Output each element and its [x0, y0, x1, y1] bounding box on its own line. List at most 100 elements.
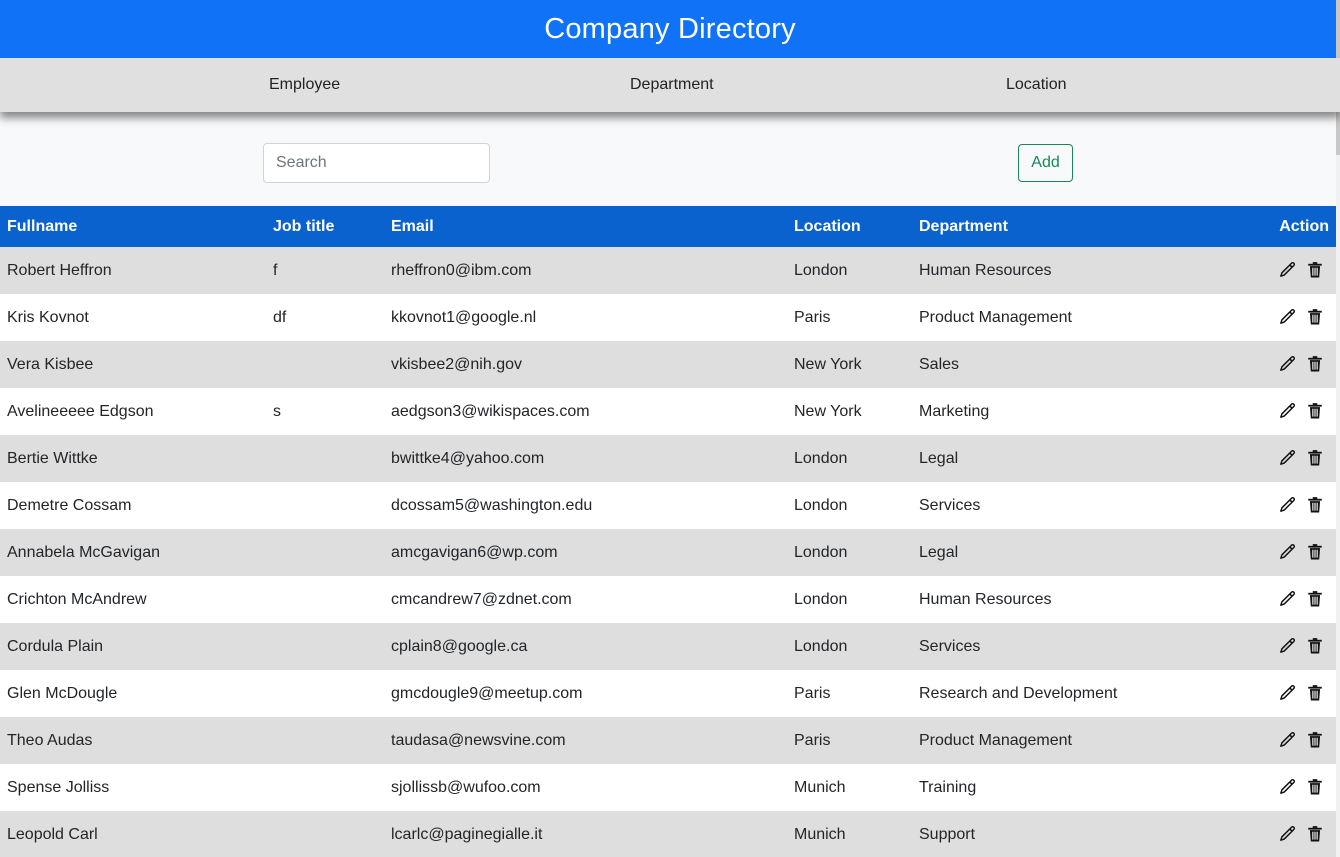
search-input[interactable] [263, 143, 490, 183]
cell-location: New York [794, 355, 862, 373]
pencil-icon[interactable] [1278, 731, 1296, 749]
cell-fullname: Cordula Plain [7, 637, 104, 655]
cell-job-title: f [273, 261, 278, 279]
pencil-icon[interactable] [1278, 684, 1296, 702]
cell-actions [1242, 247, 1336, 294]
cell-email: amcgavigan6@wp.com [391, 543, 558, 561]
cell-department: Sales [919, 355, 960, 373]
trash-icon[interactable] [1306, 449, 1324, 467]
cell-department: Human Resources [919, 261, 1052, 279]
pencil-icon[interactable] [1278, 355, 1296, 373]
pencil-icon[interactable] [1278, 637, 1296, 655]
cell-location: London [794, 261, 848, 279]
cell-location: London [794, 496, 848, 514]
cell-email: taudasa@newsvine.com [391, 731, 566, 749]
trash-icon[interactable] [1306, 543, 1324, 561]
cell-location: London [794, 543, 848, 561]
table-row[interactable]: Theo Audas taudasa@newsvine.com Paris Produ… [0, 717, 1336, 764]
cell-job-title: df [273, 308, 287, 326]
table-row[interactable]: Demetre Cossam dcossam5@washington.edu Lon… [0, 482, 1336, 529]
nav-tab-location[interactable]: Location [1006, 58, 1067, 112]
trash-icon[interactable] [1306, 261, 1324, 279]
cell-actions [1242, 623, 1336, 670]
table-row[interactable]: Kris Kovnot df kkovnot1@google.nl Paris Prod… [0, 294, 1336, 341]
cell-actions [1242, 529, 1336, 576]
nav-tab-department[interactable]: Department [630, 58, 714, 112]
column-header-department[interactable]: Department [912, 206, 1242, 247]
cell-fullname: Annabela McGavigan [7, 543, 160, 561]
cell-job-title [266, 623, 384, 670]
table-row[interactable]: Leopold Carl lcarlc@paginegialle.it Munich… [0, 811, 1336, 857]
vertical-scrollbar[interactable] [1336, 0, 1340, 857]
cell-email: sjollissb@wufoo.com [391, 778, 541, 796]
table-row[interactable]: Robert Heffron f rheffron0@ibm.com London Hu… [0, 247, 1336, 294]
add-button[interactable]: Add [1018, 144, 1073, 182]
cell-location: New York [794, 402, 862, 420]
trash-icon[interactable] [1306, 637, 1324, 655]
pencil-icon[interactable] [1278, 778, 1296, 796]
pencil-icon[interactable] [1278, 590, 1296, 608]
cell-job-title [266, 717, 384, 764]
trash-icon[interactable] [1306, 308, 1324, 326]
pencil-icon[interactable] [1278, 449, 1296, 467]
cell-location: Paris [794, 684, 831, 702]
cell-email: bwittke4@yahoo.com [391, 449, 545, 467]
cell-fullname: Leopold Carl [7, 825, 98, 843]
table-row[interactable]: Crichton McAndrew cmcandrew7@zdnet.com Lon… [0, 576, 1336, 623]
cell-location: London [794, 590, 848, 608]
pencil-icon[interactable] [1278, 825, 1296, 843]
cell-fullname: Avelineeeee Edgson [7, 402, 154, 420]
cell-location: London [794, 637, 848, 655]
column-header-email[interactable]: Email [384, 206, 787, 247]
cell-fullname: Bertie Wittke [7, 449, 98, 467]
nav-tab-employee[interactable]: Employee [269, 58, 340, 112]
cell-email: kkovnot1@google.nl [391, 308, 537, 326]
trash-icon[interactable] [1306, 778, 1324, 796]
cell-email: aedgson3@wikispaces.com [391, 402, 590, 420]
cell-email: cmcandrew7@zdnet.com [391, 590, 572, 608]
cell-job-title [266, 764, 384, 811]
pencil-icon[interactable] [1278, 543, 1296, 561]
cell-job-title [266, 482, 384, 529]
table-row[interactable]: Annabela McGavigan amcgavigan6@wp.com Lond… [0, 529, 1336, 576]
table-row[interactable]: Vera Kisbee vkisbee2@nih.gov New York Sales [0, 341, 1336, 388]
trash-icon[interactable] [1306, 731, 1324, 749]
table-header: Fullname Job title Email Location Depart… [0, 206, 1336, 247]
cell-fullname: Spense Jolliss [7, 778, 110, 796]
trash-icon[interactable] [1306, 590, 1324, 608]
table-row[interactable]: Spense Jolliss sjollissb@wufoo.com Munich T… [0, 764, 1336, 811]
trash-icon[interactable] [1306, 684, 1324, 702]
cell-fullname: Crichton McAndrew [7, 590, 147, 608]
pencil-icon[interactable] [1278, 261, 1296, 279]
cell-department: Product Management [919, 308, 1072, 326]
pencil-icon[interactable] [1278, 402, 1296, 420]
table-row[interactable]: Glen McDougle gmcdougle9@meetup.com Paris R… [0, 670, 1336, 717]
pencil-icon[interactable] [1278, 308, 1296, 326]
pencil-icon[interactable] [1278, 496, 1296, 514]
trash-icon[interactable] [1306, 496, 1324, 514]
table-row[interactable]: Cordula Plain cplain8@google.ca London Serv… [0, 623, 1336, 670]
cell-department: Product Management [919, 731, 1072, 749]
column-header-location[interactable]: Location [787, 206, 912, 247]
cell-actions [1242, 764, 1336, 811]
column-header-action: Action [1279, 217, 1329, 235]
table-row[interactable]: Bertie Wittke bwittke4@yahoo.com London Leg… [0, 435, 1336, 482]
main-nav: Employee Department Location [0, 58, 1340, 112]
trash-icon[interactable] [1306, 355, 1324, 373]
cell-department: Legal [919, 449, 959, 467]
trash-icon[interactable] [1306, 402, 1324, 420]
trash-icon[interactable] [1306, 825, 1324, 843]
cell-location: London [794, 449, 848, 467]
cell-email: gmcdougle9@meetup.com [391, 684, 583, 702]
page-title: Company Directory [544, 12, 796, 45]
column-header-job-title[interactable]: Job title [266, 206, 384, 247]
page: Company Directory Employee Department Lo… [0, 0, 1340, 857]
cell-job-title [266, 811, 384, 857]
column-header-fullname[interactable]: Fullname [0, 206, 266, 247]
cell-job-title [266, 435, 384, 482]
table-row[interactable]: Avelineeeee Edgson s aedgson3@wikispaces.c… [0, 388, 1336, 435]
table-header-row: Fullname Job title Email Location Depart… [0, 206, 1336, 247]
cell-location: Munich [794, 825, 846, 843]
cell-job-title: s [273, 402, 281, 420]
cell-job-title [266, 576, 384, 623]
